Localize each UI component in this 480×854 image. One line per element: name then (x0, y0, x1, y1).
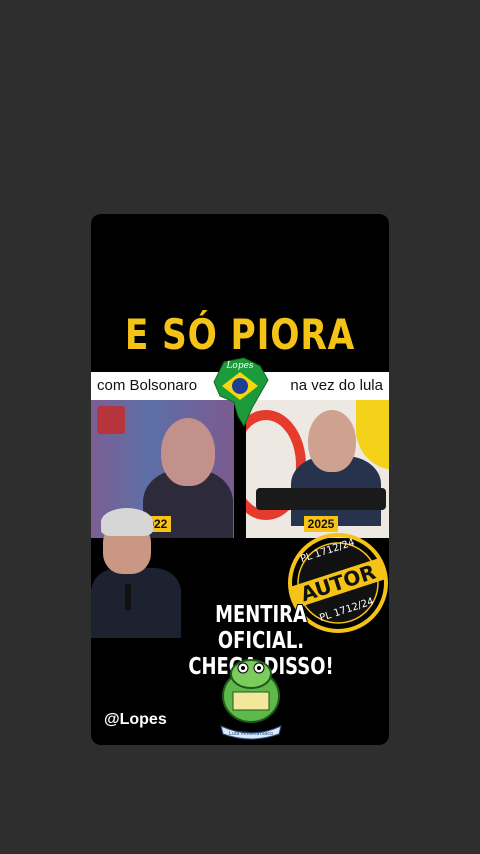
minister-photo (91, 508, 191, 638)
map-logo-text: Lopes (225, 361, 253, 371)
microphone (125, 584, 131, 610)
year-badge-right: 2025 (304, 516, 338, 532)
inset-thumbnail (97, 406, 125, 434)
gator-banner-text: Lula Mitomaniaco (229, 731, 273, 737)
microphones (256, 488, 386, 510)
man-body (91, 568, 181, 638)
story-card: E SÓ PIORA com Bolsonaro na vez do lula … (91, 214, 389, 745)
alligator-mascot-icon: Lula Mitomaniaco (220, 659, 282, 740)
speaker-head (161, 418, 215, 486)
man-hair (101, 508, 153, 536)
caption-left: com Bolsonaro (97, 377, 198, 394)
caption-right: na vez do lula (290, 377, 383, 394)
account-handle: @Lopes (104, 711, 167, 728)
brazil-map-logo: Lopes (213, 357, 269, 428)
headline: E SÓ PIORA (124, 310, 356, 359)
speaker-head (308, 410, 356, 472)
